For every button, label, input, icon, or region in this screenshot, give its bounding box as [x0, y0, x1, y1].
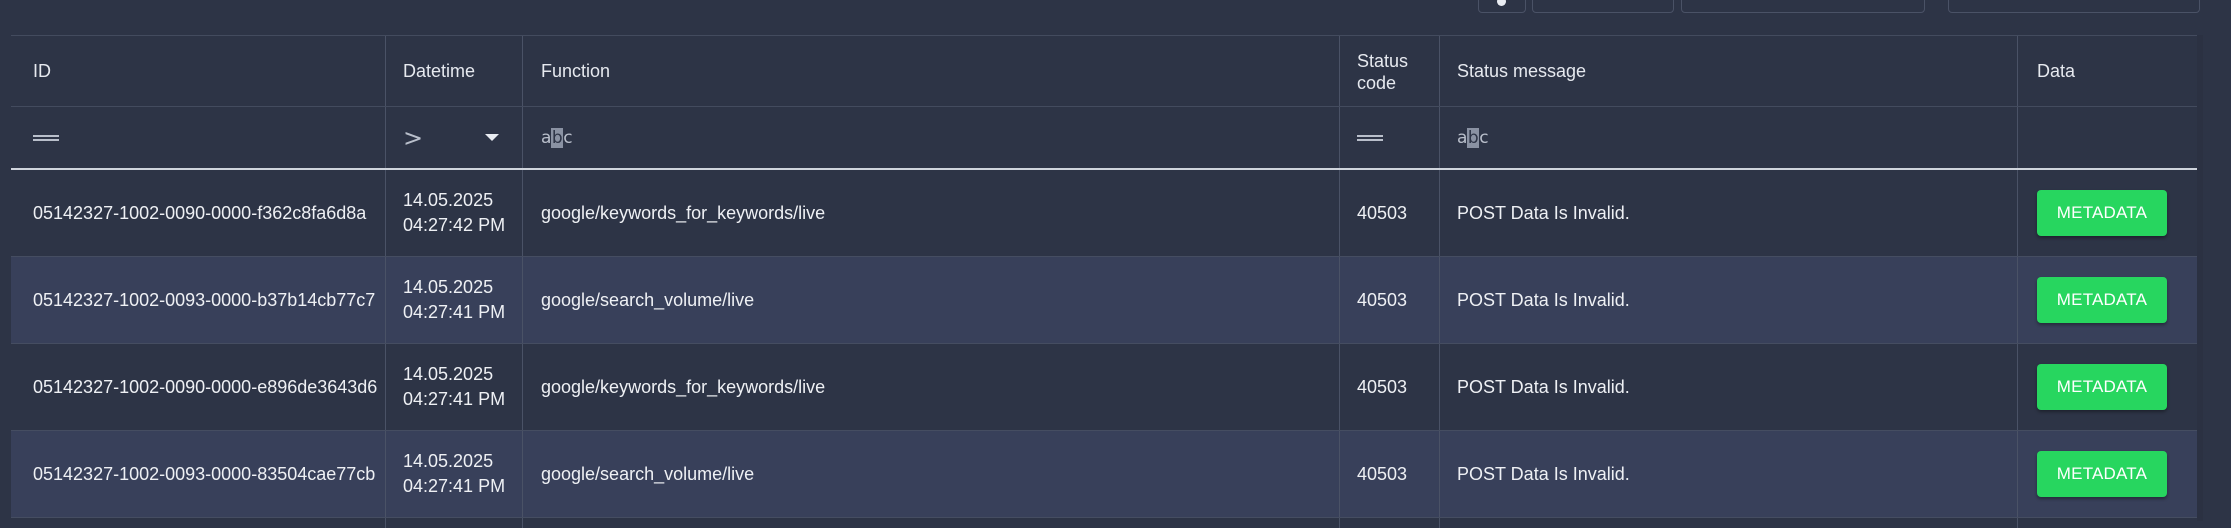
- table-row: 05142327-1002-0093-0000-83504cae77cb 14.…: [11, 431, 2197, 518]
- cell-id: 05142327-1002-0090-0000-e896de3643d6: [11, 344, 386, 430]
- filter-status-code[interactable]: [1340, 107, 1440, 168]
- toolbar: [0, 0, 2231, 34]
- filter-status-message[interactable]: abc: [1440, 107, 2018, 168]
- cell-status-message: POST Data Is Invalid.: [1440, 170, 2018, 256]
- toolbar-icon-button[interactable]: [1478, 0, 1526, 13]
- data-grid: ID Datetime Function Status code Status m…: [11, 35, 2197, 528]
- cell-status-code: 40503: [1340, 257, 1440, 343]
- cell-status-code: 40503: [1340, 431, 1440, 517]
- cell-status-message: POST Data Is Invalid.: [1440, 257, 2018, 343]
- cell-function: google/search_volume/live: [523, 431, 1340, 517]
- metadata-button[interactable]: METADATA: [2037, 277, 2167, 323]
- cell-id: 05142327-1002-0093-0000-b37b14cb77c7: [11, 257, 386, 343]
- cell-datetime: 14.05.2025 04:27:42 PM: [386, 170, 523, 256]
- contains-text-icon[interactable]: abc: [541, 127, 573, 148]
- vertical-scrollbar[interactable]: [2197, 35, 2203, 521]
- cell-data: METADATA: [2018, 257, 2197, 343]
- column-header-status-code[interactable]: Status code: [1340, 36, 1440, 106]
- column-header-id[interactable]: ID: [11, 36, 386, 106]
- cell-datetime: 14.05.2025 04:27:41 PM: [386, 344, 523, 430]
- metadata-button[interactable]: METADATA: [2037, 451, 2167, 497]
- table-row-partial: [11, 518, 2197, 528]
- cell-function: google/keywords_for_keywords/live: [523, 170, 1340, 256]
- table-row: 05142327-1002-0093-0000-b37b14cb77c7 14.…: [11, 257, 2197, 344]
- cell-datetime: 14.05.2025 04:27:41 PM: [386, 431, 523, 517]
- cell-function: google/keywords_for_keywords/live: [523, 344, 1340, 430]
- equals-icon[interactable]: [1357, 134, 1383, 142]
- cell-datetime: 14.05.2025 04:27:41 PM: [386, 257, 523, 343]
- filter-id[interactable]: [11, 107, 386, 168]
- contains-text-icon[interactable]: abc: [1457, 127, 1489, 148]
- cell-function: google/search_volume/live: [523, 257, 1340, 343]
- cell-status-message: POST Data Is Invalid.: [1440, 344, 2018, 430]
- cell-data: METADATA: [2018, 431, 2197, 517]
- table-row: 05142327-1002-0090-0000-e896de3643d6 14.…: [11, 344, 2197, 431]
- filter-data: [2018, 107, 2197, 168]
- header-row: ID Datetime Function Status code Status m…: [11, 36, 2197, 107]
- cell-data: METADATA: [2018, 170, 2197, 256]
- dropdown-caret-icon[interactable]: [485, 134, 500, 141]
- cell-id: 05142327-1002-0090-0000-f362c8fa6d8a: [11, 170, 386, 256]
- greater-than-icon[interactable]: >: [403, 124, 423, 152]
- filter-datetime[interactable]: >: [386, 107, 523, 168]
- cell-status-message: POST Data Is Invalid.: [1440, 431, 2018, 517]
- filter-function[interactable]: abc: [523, 107, 1340, 168]
- metadata-button[interactable]: METADATA: [2037, 190, 2167, 236]
- toolbar-dot-icon: [1497, 0, 1506, 6]
- cell-data: METADATA: [2018, 344, 2197, 430]
- column-header-function[interactable]: Function: [523, 36, 1340, 106]
- column-header-data[interactable]: Data: [2018, 36, 2197, 106]
- cell-id: 05142327-1002-0093-0000-83504cae77cb: [11, 431, 386, 517]
- toolbar-button[interactable]: [1532, 0, 1674, 13]
- metadata-button[interactable]: METADATA: [2037, 364, 2167, 410]
- toolbar-button[interactable]: [1681, 0, 1925, 13]
- filter-row: > abc abc: [11, 107, 2197, 170]
- column-header-datetime[interactable]: Datetime: [386, 36, 523, 106]
- equals-icon[interactable]: [33, 134, 59, 142]
- toolbar-input[interactable]: [1948, 0, 2200, 13]
- table-row: 05142327-1002-0090-0000-f362c8fa6d8a 14.…: [11, 170, 2197, 257]
- column-header-status-message[interactable]: Status message: [1440, 36, 2018, 106]
- cell-status-code: 40503: [1340, 344, 1440, 430]
- cell-status-code: 40503: [1340, 170, 1440, 256]
